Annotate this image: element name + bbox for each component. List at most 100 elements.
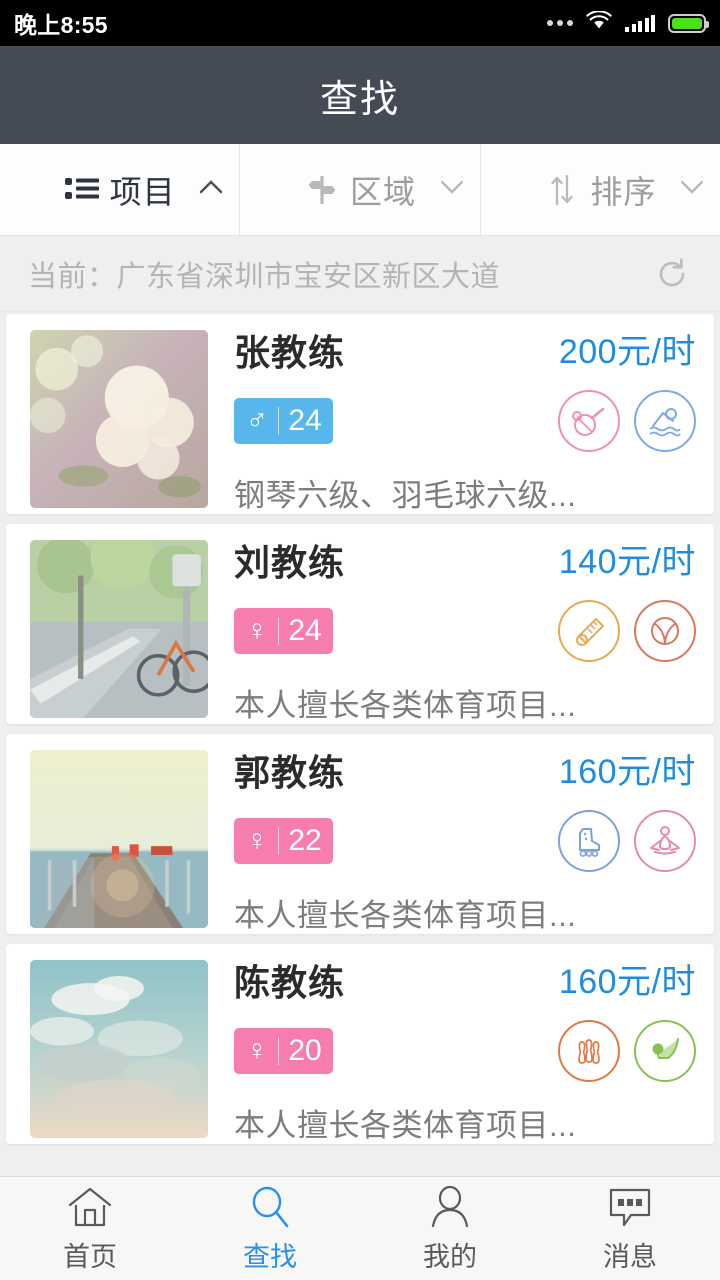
coach-card[interactable]: 刘教练 140元/时 ♀ 24 本人擅长各类体育项目... (6, 524, 714, 724)
list-icon (64, 172, 100, 208)
tab-label-search: 查找 (243, 1241, 297, 1272)
coach-name: 刘教练 (234, 542, 346, 583)
coach-info: 郭教练 160元/时 ♀ 22 本人擅长各类体育项目... (208, 750, 696, 933)
coach-header-row: 张教练 200元/时 (234, 330, 696, 376)
tab-search[interactable]: 查找 (180, 1177, 360, 1280)
coach-price: 160元/时 (558, 963, 696, 1001)
yoga-icon (634, 810, 696, 872)
page-title: 查找 (319, 78, 400, 121)
coach-name: 张教练 (234, 332, 346, 373)
cellular-signal-icon (625, 14, 655, 32)
tab-home[interactable]: 首页 (0, 1177, 180, 1280)
coach-description: 本人擅长各类体育项目... (234, 688, 577, 723)
tab-label-messages: 消息 (603, 1241, 657, 1272)
coach-description: 钢琴六级、羽毛球六级... (234, 478, 577, 513)
coach-thumbnail (30, 960, 208, 1138)
coach-header-row: 陈教练 160元/时 (234, 960, 696, 1006)
filter-label-project: 项目 (109, 173, 176, 210)
current-location-text: 当前：广东省深圳市宝安区新区大道 (28, 260, 501, 293)
gender-age-badge: ♀ 22 (234, 818, 333, 864)
sport-icons (558, 390, 696, 452)
tab-profile[interactable]: 我的 (360, 1177, 540, 1280)
filter-item-sort[interactable]: 排序 (479, 144, 720, 235)
app-root: 晚上8:55 查找 项目 区域 排序 当前：广东省深圳市宝安区新区大道 张教练 … (0, 0, 720, 1280)
chevron-down-icon (440, 179, 463, 201)
search-icon (248, 1184, 292, 1230)
filter-label-sort: 排序 (590, 173, 657, 210)
coach-info: 陈教练 160元/时 ♀ 20 本人擅长各类体育项目... (208, 960, 696, 1143)
gender-symbol: ♂ (245, 404, 269, 437)
sport-icons (558, 810, 696, 872)
coach-meta-row: ♀ 22 (234, 810, 696, 872)
bowling-icon (558, 1020, 620, 1082)
status-time: 晚上8:55 (14, 12, 108, 38)
coach-age: 20 (288, 1034, 322, 1067)
tab-label-profile: 我的 (423, 1241, 477, 1272)
badge-divider (278, 407, 279, 435)
bottom-tab-bar: 首页 查找 我的 消息 (0, 1176, 720, 1280)
chevron-up-icon (199, 179, 223, 201)
filter-item-project[interactable]: 项目 (0, 144, 239, 235)
coach-name: 陈教练 (234, 962, 346, 1003)
bicycle-street-photo (30, 540, 208, 718)
clouds-sky-photo (30, 960, 208, 1138)
coach-age: 24 (288, 404, 322, 437)
sport-icons (558, 1020, 696, 1082)
tennis-ball-icon (634, 600, 696, 662)
refresh-icon[interactable] (652, 254, 692, 294)
coach-header-row: 郭教练 160元/时 (234, 750, 696, 796)
swimming-icon (634, 390, 696, 452)
coach-thumbnail (30, 750, 208, 928)
gender-age-badge: ♀ 24 (234, 608, 333, 654)
coach-meta-row: ♀ 20 (234, 1020, 696, 1082)
roller-skate-icon (558, 810, 620, 872)
gender-symbol: ♀ (245, 614, 269, 647)
home-icon (67, 1184, 113, 1230)
title-bar: 查找 (0, 46, 720, 144)
coach-info: 张教练 200元/时 ♂ 24 钢琴六级、羽毛球六级... (208, 330, 696, 513)
badge-divider (278, 827, 279, 855)
pier-sunset-photo (30, 750, 208, 928)
more-dots-icon (547, 20, 573, 26)
coach-header-row: 刘教练 140元/时 (234, 540, 696, 586)
wifi-icon (586, 10, 612, 35)
coach-description: 本人擅长各类体育项目... (234, 1108, 577, 1143)
coach-age: 22 (288, 824, 322, 857)
badminton-shuttlecock-icon (558, 600, 620, 662)
coach-thumbnail (30, 540, 208, 718)
coach-list[interactable]: 张教练 200元/时 ♂ 24 钢琴六级、羽毛球六级... 刘教练 140元/时… (0, 312, 720, 1176)
status-bar: 晚上8:55 (0, 0, 720, 46)
golf-icon (634, 1020, 696, 1082)
table-tennis-icon (558, 390, 620, 452)
sport-icons (558, 600, 696, 662)
status-indicators (547, 10, 709, 35)
coach-card[interactable]: 郭教练 160元/时 ♀ 22 本人擅长各类体育项目... (6, 734, 714, 934)
coach-card[interactable]: 陈教练 160元/时 ♀ 20 本人擅长各类体育项目... (6, 944, 714, 1144)
badge-divider (278, 1037, 279, 1065)
battery-full-icon (668, 13, 709, 33)
coach-name: 郭教练 (234, 752, 346, 793)
coach-card[interactable]: 张教练 200元/时 ♂ 24 钢琴六级、羽毛球六级... (6, 314, 714, 514)
filter-item-area[interactable]: 区域 (239, 144, 479, 235)
coach-meta-row: ♂ 24 (234, 390, 696, 452)
coach-age: 24 (288, 614, 322, 647)
coach-price: 160元/时 (558, 753, 696, 791)
tab-label-home: 首页 (63, 1241, 117, 1272)
message-icon (607, 1184, 653, 1230)
coach-info: 刘教练 140元/时 ♀ 24 本人擅长各类体育项目... (208, 540, 696, 723)
location-bar: 当前：广东省深圳市宝安区新区大道 (0, 236, 720, 312)
gender-symbol: ♀ (245, 1034, 269, 1067)
coach-description: 本人擅长各类体育项目... (234, 898, 577, 933)
coach-meta-row: ♀ 24 (234, 600, 696, 662)
coach-price: 140元/时 (558, 543, 696, 581)
tab-messages[interactable]: 消息 (540, 1177, 720, 1280)
badge-divider (278, 617, 279, 645)
filter-label-area: 区域 (349, 173, 416, 210)
filter-bar: 项目 区域 排序 (0, 144, 720, 236)
signpost-icon (304, 172, 340, 208)
gender-age-badge: ♀ 20 (234, 1028, 333, 1074)
person-icon (428, 1184, 472, 1230)
coach-price: 200元/时 (558, 333, 696, 371)
white-roses-photo (30, 330, 208, 508)
gender-symbol: ♀ (245, 824, 269, 857)
